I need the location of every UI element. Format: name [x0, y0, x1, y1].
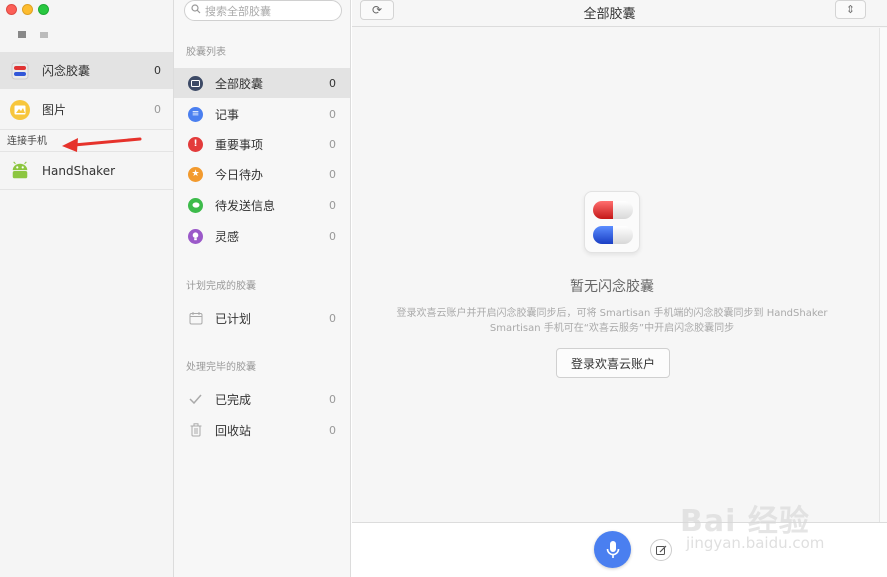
search-placeholder: 搜索全部胶囊	[205, 4, 271, 18]
watermark-url: jingyan.baidu.com	[686, 534, 825, 552]
trash-icon	[188, 423, 203, 438]
sidebar-item-capsule[interactable]: 闪念胶囊 0	[0, 52, 173, 89]
sidebar-item-handshaker[interactable]: HandShaker	[0, 153, 173, 190]
search-icon	[191, 4, 201, 17]
red-pill-icon	[593, 201, 633, 219]
section-planned: 计划完成的胶囊	[186, 281, 256, 292]
list-item-count: 0	[329, 311, 336, 325]
list-item-count: 0	[329, 137, 336, 151]
list-item-completed[interactable]: 已完成 0	[174, 384, 350, 414]
message-icon	[188, 197, 203, 213]
list-item-label: 今日待办	[215, 167, 264, 182]
zoom-window-button[interactable]	[38, 4, 49, 15]
window-controls	[6, 4, 49, 15]
list-item-label: 重要事项	[215, 137, 264, 152]
capsule-icon	[10, 61, 30, 81]
list-item-label: 灵感	[215, 229, 240, 244]
list-item-messages[interactable]: 待发送信息 0	[174, 190, 350, 220]
photo-icon	[10, 99, 30, 120]
voice-record-button[interactable]	[594, 531, 631, 568]
sidebar-item-count: 0	[154, 103, 161, 116]
edit-icon	[655, 545, 666, 555]
blue-pill-icon	[593, 226, 633, 244]
search-input[interactable]: 搜索全部胶囊	[184, 0, 342, 21]
list-item-label: 记事	[215, 107, 240, 122]
minimize-window-button[interactable]	[22, 4, 33, 15]
sidebar-item-photos[interactable]: 图片 0	[0, 91, 173, 128]
capsule-list-panel: 搜索全部胶囊 胶囊列表 全部胶囊 0 ≡ 记事 0 ! 重要事项 0 ★ 今日待…	[174, 0, 351, 577]
list-item-label: 待发送信息	[215, 198, 276, 213]
list-item-label: 全部胶囊	[215, 76, 264, 91]
page-title: 全部胶囊	[583, 7, 636, 22]
lightbulb-icon	[188, 228, 203, 244]
sidebar-item-label: 图片	[42, 103, 67, 117]
baidu-watermark: Bai 经验 jingyan.baidu.com	[680, 488, 880, 568]
checkmark-icon	[188, 392, 203, 407]
list-item-label: 已计划	[215, 311, 252, 326]
note-icon[interactable]	[40, 32, 48, 38]
close-window-button[interactable]	[6, 4, 17, 15]
list-item-count: 0	[329, 392, 336, 406]
list-item-count: 0	[329, 198, 336, 212]
microphone-icon	[606, 540, 619, 558]
list-item-todo[interactable]: ★ 今日待办 0	[174, 159, 350, 189]
star-icon: ★	[188, 166, 203, 182]
sort-arrows-icon: ⇕	[845, 3, 856, 16]
list-item-count: 0	[329, 76, 336, 90]
calendar-icon	[188, 311, 203, 326]
left-sidebar: 闪念胶囊 0 图片 0 连接手机 HandShaker	[0, 0, 174, 577]
list-item-count: 0	[329, 423, 336, 437]
new-capsule-button[interactable]	[650, 539, 672, 561]
empty-state-description: 登录欢喜云账户并开启闪念胶囊同步后，可将 Smartisan 手机端的闪念胶囊同…	[372, 306, 852, 336]
empty-desc-line1: 登录欢喜云账户并开启闪念胶囊同步后，可将 Smartisan 手机端的闪念胶囊同…	[396, 308, 828, 319]
list-item-label: 已完成	[215, 392, 252, 407]
list-item-count: 0	[329, 229, 336, 243]
scrollbar[interactable]	[879, 28, 887, 548]
list-item-count: 0	[329, 107, 336, 121]
list-item-count: 0	[329, 167, 336, 181]
list-item-important[interactable]: ! 重要事项 0	[174, 129, 350, 159]
list-item-all[interactable]: 全部胶囊 0	[174, 68, 350, 98]
all-capsules-icon	[188, 75, 203, 91]
sidebar-item-label: 闪念胶囊	[42, 64, 91, 78]
exclamation-icon: !	[188, 136, 203, 152]
list-item-notes[interactable]: ≡ 记事 0	[174, 99, 350, 129]
list-item-planned[interactable]: 已计划 0	[174, 303, 350, 333]
device-label: HandShaker	[42, 164, 116, 178]
sort-button[interactable]: ⇕	[835, 0, 866, 19]
empty-desc-line2: Smartisan 手机可在“欢喜云服务”中开启闪念胶囊同步	[489, 323, 735, 334]
main-toolbar: ⟳ 全部胶囊 ⇕	[352, 0, 887, 27]
capsule-empty-icon	[584, 191, 640, 253]
login-account-button[interactable]: 登录欢喜云账户	[556, 348, 670, 378]
folder-icon[interactable]	[18, 31, 26, 38]
left-toolbar	[18, 31, 48, 38]
android-icon	[10, 161, 30, 181]
annotation-arrow	[62, 137, 142, 152]
section-capsule-list: 胶囊列表	[186, 47, 226, 58]
section-done: 处理完毕的胶囊	[186, 362, 256, 373]
note-icon: ≡	[188, 106, 203, 122]
empty-state-title: 暂无闪念胶囊	[570, 279, 654, 295]
sidebar-item-count: 0	[154, 64, 161, 77]
list-item-trash[interactable]: 回收站 0	[174, 415, 350, 445]
list-item-label: 回收站	[215, 423, 252, 438]
list-item-inspiration[interactable]: 灵感 0	[174, 221, 350, 251]
